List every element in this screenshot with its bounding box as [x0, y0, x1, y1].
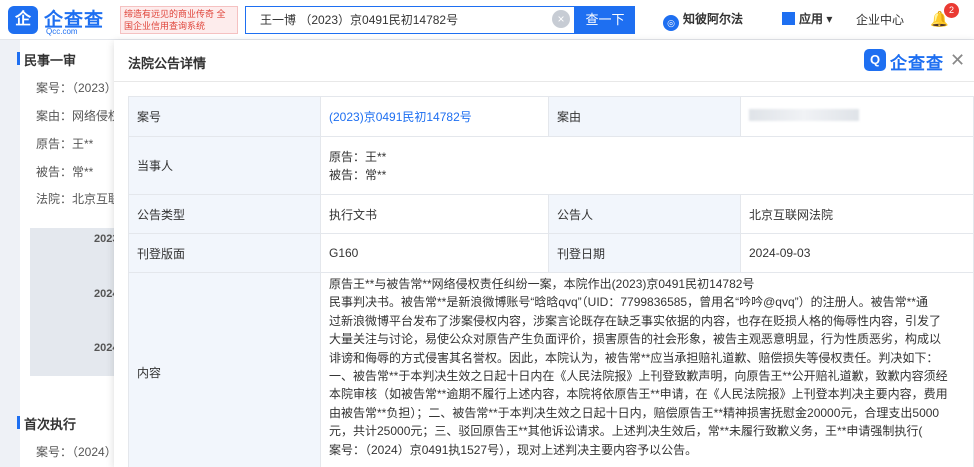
content-line: 过新浪微博平台发布了涉案侵权内容，涉案言论既存在缺乏事实依据的内容，也存在贬损人…	[329, 313, 942, 328]
bg-cause: 案由：网络侵权	[36, 109, 121, 123]
search-button[interactable]: 查一下	[575, 6, 635, 34]
logo-url: Qcc.com	[46, 27, 78, 36]
nav-zhibi-label: 知彼阿尔法	[683, 12, 744, 26]
clear-search-icon[interactable]: ×	[552, 10, 570, 28]
slogan-banner: 缔造有远见的商业传奇 全国企业信用查询系统	[120, 6, 238, 34]
content-line: 大量关注与讨论，易使公众对原告产生负面评价，损害原告的社会形象，被告主观恶意明显…	[329, 332, 942, 347]
announcer-label: 公告人	[548, 194, 741, 234]
close-icon[interactable]: ✕	[950, 50, 965, 71]
blurred-cause-value	[749, 109, 859, 121]
content-value: 原告王**与被告常**网络侵权责任纠纷一案，本院作出(2023)京0491民初1…	[320, 272, 974, 467]
type-label: 公告类型	[128, 194, 321, 234]
content-line: 案号：（2024）京0491执1527号），现对上述判决主要内容予以公告。	[329, 442, 698, 457]
bg-exec-case-no: 案号：（2024）	[36, 445, 117, 459]
content-line: 民事判决书。被告常**是新浪微博账号“晗晗qvq”（UID：7799836585…	[329, 295, 928, 310]
type-value: 执行文书	[320, 194, 549, 234]
content-line: 诽谤和侮辱的方式侵害其名誉权。因此，本院认为，被告常**应当承担赔礼道歉、赔偿损…	[329, 350, 939, 365]
table-row: 内容 原告王**与被告常**网络侵权责任纠纷一案，本院作出(2023)京0491…	[128, 272, 974, 467]
modal-header: 法院公告详情 Q 企查查 ✕	[114, 40, 974, 82]
content-line: 元，共计25000元；三、驳回原告王**其他诉讼请求。上述判决生效后，常**未履…	[329, 424, 923, 439]
table-row: 当事人 原告：王** 被告：常**	[128, 136, 974, 195]
party-label: 当事人	[128, 136, 321, 195]
section-title-civil-first: 民事一审	[16, 50, 76, 69]
cause-value	[740, 96, 974, 137]
apps-grid-icon	[782, 12, 795, 25]
notification-badge: 2	[944, 3, 959, 18]
zhibi-icon: ◎	[663, 15, 679, 31]
cause-label: 案由	[548, 96, 741, 137]
content-label: 内容	[128, 272, 321, 467]
date-label: 刊登日期	[548, 233, 741, 273]
nav-apps[interactable]: 应用 ▾	[782, 10, 832, 27]
defendant-text: 被告：常**	[329, 167, 387, 182]
table-row: 刊登版面 G160 刊登日期 2024-09-03	[128, 233, 974, 273]
nav-enterprise-center[interactable]: 企业中心	[856, 11, 904, 28]
nav-apps-label: 应用	[799, 12, 824, 26]
logo-icon[interactable]: 企	[8, 6, 38, 34]
party-value: 原告：王** 被告：常**	[320, 136, 974, 195]
page-value: G160	[320, 233, 549, 273]
case-no-label: 案号	[128, 96, 321, 137]
bg-defendant: 被告：常**	[36, 165, 94, 179]
content-line: 由被告常**负担）；二、被告常**于本判决生效之日起十日内，赔偿原告王**精神损…	[329, 405, 940, 420]
content-text: 原告王**与被告常**网络侵权责任纠纷一案，本院作出(2023)京0491民初1…	[329, 273, 965, 459]
modal-title: 法院公告详情	[128, 56, 207, 71]
bg-plaintiff: 原告：王**	[36, 137, 94, 151]
case-no-value[interactable]: (2023)京0491民初14782号	[320, 96, 549, 137]
content-line: 一、被告常**于本判决生效之日起十日内在《人民法院报》上刊登致歉声明，向原告王*…	[329, 369, 948, 384]
top-navigation-bar: 企 企查查 Qcc.com 缔造有远见的商业传奇 全国企业信用查询系统 王一博 …	[0, 0, 974, 40]
brand-logo-icon: Q	[864, 49, 886, 71]
content-line: 原告王**与被告常**网络侵权责任纠纷一案，本院作出(2023)京0491民初1…	[329, 277, 755, 291]
section-title-first-execution: 首次执行	[16, 414, 76, 433]
page-label: 刊登版面	[128, 233, 321, 273]
table-row: 公告类型 执行文书 公告人 北京互联网法院	[128, 194, 974, 234]
announcement-detail-table: 案号 (2023)京0491民初14782号 案由 当事人 原告：王** 被告：…	[128, 96, 974, 467]
bg-case-no: 案号：（2023）	[36, 81, 117, 95]
date-value: 2024-09-03	[740, 233, 974, 273]
brand-logo-text: 企查查	[890, 54, 944, 73]
nav-zhibi-alpha[interactable]: ◎ 知彼阿尔法	[663, 10, 743, 31]
court-announcement-modal: 法院公告详情 Q 企查查 ✕ 案号 (2023)京0491民初14782号 案由…	[114, 40, 974, 467]
content-line: 本院审核（如被告常**逾期不履行上述内容，本院将依原告王**申请，在《人民法院报…	[329, 387, 948, 402]
bg-court: 法院：北京互联	[36, 192, 121, 206]
plaintiff-text: 原告：王**	[329, 149, 387, 164]
search-input[interactable]: 王一博 （2023）京0491民初14782号	[245, 6, 575, 34]
table-row: 案号 (2023)京0491民初14782号 案由	[128, 96, 974, 137]
case-no-link[interactable]: (2023)京0491民初14782号	[329, 110, 472, 124]
announcer-value: 北京互联网法院	[740, 194, 974, 234]
